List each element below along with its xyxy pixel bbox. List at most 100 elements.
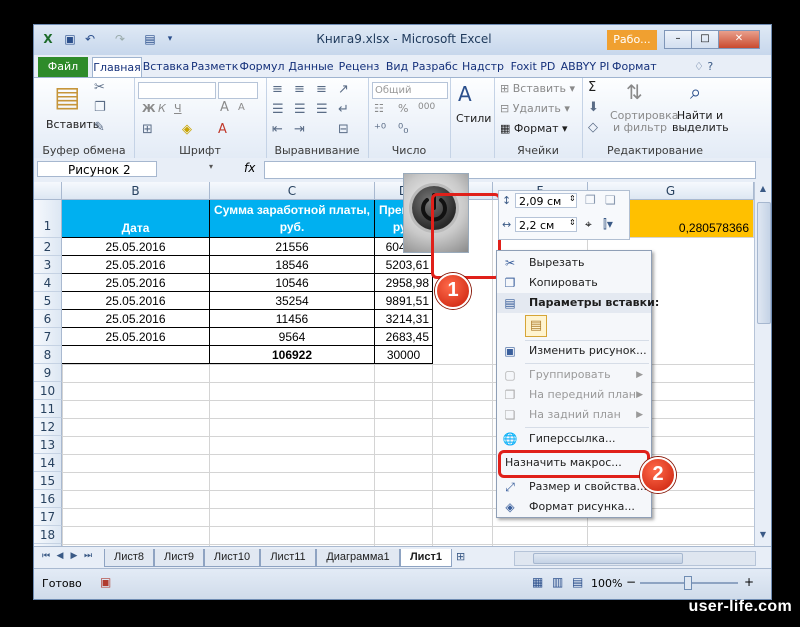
cell-bonus[interactable]: 9891,51 <box>375 292 433 310</box>
sort-filter-icon[interactable]: ⇅ <box>626 80 643 104</box>
last-sheet-icon[interactable]: ⏭ <box>82 551 94 561</box>
find-select-button[interactable]: Найти и выделить <box>672 110 729 134</box>
menu-item-size-properties[interactable]: ⤢ Размер и свойства... <box>497 477 651 497</box>
menu-item-hyperlink[interactable]: 🌐 Гиперссылка... <box>497 429 651 449</box>
row-header[interactable]: 1 <box>34 200 62 238</box>
tab-abbyy[interactable]: ABBYY PI <box>559 57 611 77</box>
format-cells-button[interactable]: ▦ Формат ▾ <box>500 122 568 135</box>
macro-record-icon[interactable]: ▣ <box>100 575 111 589</box>
maximize-button[interactable]: □ <box>691 30 719 49</box>
cell-date[interactable]: 25.05.2016 <box>62 328 210 346</box>
align-middle-icon[interactable]: ≡ <box>294 82 305 97</box>
row-header[interactable]: 7 <box>34 328 62 346</box>
align-right-icon[interactable]: ☰ <box>316 102 328 117</box>
header-date[interactable]: Дата <box>62 200 210 238</box>
tab-developer[interactable]: Разрабс <box>412 57 458 77</box>
sheet-tab[interactable]: Диаграмма1 <box>316 549 400 567</box>
page-break-view-icon[interactable]: ▤ <box>572 575 583 589</box>
hscroll-thumb[interactable] <box>533 553 683 564</box>
scroll-up-icon[interactable]: ▲ <box>757 184 769 196</box>
align-bottom-icon[interactable]: ≡ <box>316 82 327 97</box>
tab-data[interactable]: Данные <box>287 57 335 77</box>
percent-style-button[interactable]: % <box>398 102 408 115</box>
scroll-thumb[interactable] <box>757 202 771 324</box>
decrease-decimal-icon[interactable]: ⁰₀ <box>398 122 408 137</box>
styles-icon[interactable]: A <box>458 82 472 106</box>
crop-icon[interactable]: ⌖ <box>585 217 592 232</box>
menu-item-format-picture[interactable]: ◈ Формат рисунка... <box>497 497 651 517</box>
vertical-scrollbar[interactable]: ▲ ▼ <box>754 182 771 546</box>
row-header[interactable]: 4 <box>34 274 62 292</box>
column-header-b[interactable]: B <box>62 182 210 200</box>
sheet-tab-active[interactable]: Лист1 <box>400 549 452 567</box>
menu-item-copy[interactable]: ❐ Копировать <box>497 273 651 293</box>
sheet-tab[interactable]: Лист11 <box>260 549 316 567</box>
column-header-c[interactable]: C <box>210 182 375 200</box>
menu-item-bring-front[interactable]: ❐ На передний план ▶ <box>497 385 651 405</box>
cell-bonus[interactable]: 2683,45 <box>375 328 433 346</box>
next-sheet-icon[interactable]: ▶ <box>68 551 80 561</box>
scroll-down-icon[interactable]: ▼ <box>757 530 769 542</box>
align-center-icon[interactable]: ☰ <box>294 102 306 117</box>
cell-total-bonus[interactable]: 30000 <box>375 346 433 364</box>
menu-item-change-picture[interactable]: ▣ Изменить рисунок... <box>497 341 651 361</box>
close-button[interactable]: ✕ <box>718 30 760 49</box>
tab-review[interactable]: Реценз <box>336 57 382 77</box>
row-header[interactable]: 8 <box>34 346 62 364</box>
send-backward-icon[interactable]: ❏ <box>605 193 616 207</box>
cut-icon[interactable]: ✂ <box>94 80 105 95</box>
width-spinner-icon[interactable]: ⇕ <box>569 218 576 227</box>
height-spinner-icon[interactable]: ⇕ <box>569 194 576 203</box>
redo-icon[interactable]: ↷ <box>112 31 128 47</box>
row-header[interactable]: 3 <box>34 256 62 274</box>
name-box-dropdown-icon[interactable]: ▾ <box>209 162 213 171</box>
normal-view-icon[interactable]: ▦ <box>532 575 543 589</box>
customize-qat-icon[interactable]: ▾ <box>162 31 178 47</box>
formula-input[interactable] <box>264 161 756 179</box>
paste-icon[interactable]: ▤ <box>54 80 80 113</box>
increase-indent-icon[interactable]: ⇥ <box>294 122 305 137</box>
name-box[interactable]: Рисунок 2 <box>37 161 157 177</box>
cell-total-label[interactable] <box>62 346 210 364</box>
undo-icon[interactable]: ↶ <box>82 31 98 47</box>
font-name-combo[interactable] <box>138 82 216 99</box>
menu-item-group[interactable]: ▢ Группировать ▶ <box>497 365 651 385</box>
minimize-button[interactable]: – <box>664 30 692 49</box>
copy-icon[interactable]: ❐ <box>94 100 106 115</box>
zoom-slider-thumb[interactable] <box>684 576 692 590</box>
cell-bonus[interactable]: 2958,98 <box>375 274 433 292</box>
fill-color-icon[interactable]: ◈ <box>182 122 192 137</box>
help-icon[interactable]: ♢ ? <box>694 60 713 73</box>
insert-cells-button[interactable]: ⊞ Вставить ▾ <box>500 82 575 95</box>
shape-height-input[interactable]: 2,09 см <box>515 193 577 208</box>
align-objects-icon[interactable]: ⫿▾ <box>603 217 613 232</box>
zoom-out-button[interactable]: − <box>626 575 636 589</box>
merge-cells-icon[interactable]: ⊟ <box>338 122 349 137</box>
cell-bonus[interactable]: 5203,61 <box>375 256 433 274</box>
save-icon[interactable]: ▣ <box>62 31 78 47</box>
menu-item-send-back[interactable]: ❏ На задний план ▶ <box>497 405 651 425</box>
tab-format[interactable]: Формат <box>612 57 657 77</box>
increase-decimal-icon[interactable]: ⁺⁰ <box>374 122 386 137</box>
tab-view[interactable]: Вид <box>383 57 411 77</box>
font-color-icon[interactable]: A <box>218 122 227 137</box>
tab-formulas[interactable]: Формул <box>238 57 286 77</box>
number-format-combo[interactable]: Общий <box>372 82 448 99</box>
header-salary[interactable]: Сумма заработной платы, руб. <box>210 200 375 238</box>
horizontal-scrollbar[interactable] <box>514 551 756 566</box>
styles-button[interactable]: Стили <box>456 112 491 125</box>
tab-home[interactable]: Главная <box>92 57 142 78</box>
clear-icon[interactable]: ◇ <box>588 120 598 135</box>
decrease-indent-icon[interactable]: ⇤ <box>272 122 283 137</box>
tab-page-layout[interactable]: Разметк <box>191 57 238 77</box>
row-header[interactable]: 5 <box>34 292 62 310</box>
sheet-tab[interactable]: Лист9 <box>154 549 204 567</box>
row-header[interactable]: 6 <box>34 310 62 328</box>
tab-addins[interactable]: Надстр <box>459 57 507 77</box>
picture-tools-context-tab[interactable]: Рабо... <box>607 30 657 50</box>
select-all-corner[interactable] <box>34 182 62 200</box>
tab-foxit[interactable]: Foxit PD <box>508 57 558 77</box>
menu-item-cut[interactable]: ✂ Вырезать <box>497 253 651 273</box>
shape-width-input[interactable]: 2,2 см <box>515 217 577 232</box>
page-layout-view-icon[interactable]: ▥ <box>552 575 563 589</box>
